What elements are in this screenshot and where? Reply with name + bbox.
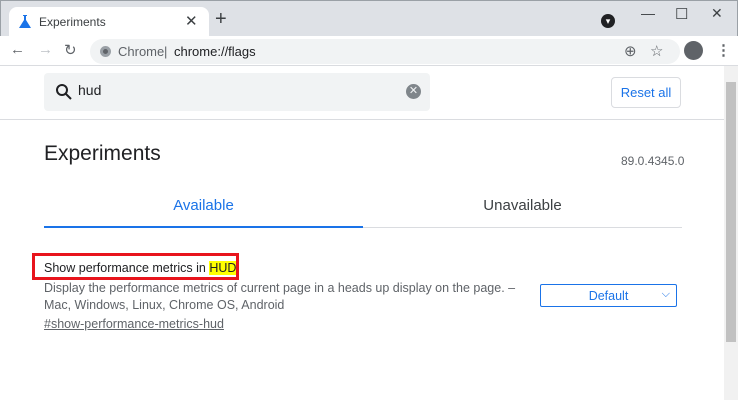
flag-state-select[interactable]: Default ⌵ bbox=[540, 284, 677, 307]
tab-strip: Experiments ✕ + ▾ — ☐ ✕ bbox=[0, 0, 738, 37]
flag-name: Show performance metrics in HUD bbox=[44, 261, 237, 275]
search-box[interactable]: ✕ bbox=[44, 73, 430, 111]
flask-icon bbox=[19, 15, 31, 28]
tab-experiments[interactable]: Experiments ✕ bbox=[9, 7, 209, 37]
address-bar[interactable]: Chrome | chrome://flags ⊕ ☆ bbox=[90, 39, 680, 64]
chevron-down-icon: ⌵ bbox=[661, 288, 670, 300]
reload-button[interactable]: ↻ bbox=[64, 41, 77, 59]
forward-button[interactable]: → bbox=[38, 41, 53, 58]
site-label: Chrome bbox=[118, 44, 165, 59]
version-label: 89.0.4345.0 bbox=[621, 154, 685, 168]
menu-icon[interactable]: ⋮ bbox=[716, 41, 731, 59]
separator: | bbox=[164, 44, 168, 59]
clear-search-icon[interactable]: ✕ bbox=[406, 84, 421, 99]
toolbar: ← → ↻ Chrome | chrome://flags ⊕ ☆ ⋮ bbox=[0, 36, 738, 66]
zoom-icon[interactable]: ⊕ bbox=[624, 42, 637, 60]
back-button[interactable]: ← bbox=[10, 41, 25, 58]
bookmark-star-icon[interactable]: ☆ bbox=[650, 42, 663, 60]
search-icon bbox=[56, 84, 72, 100]
flag-permalink[interactable]: #show-performance-metrics-hud bbox=[44, 317, 224, 331]
minimize-button[interactable]: — bbox=[641, 5, 655, 21]
chrome-icon bbox=[100, 46, 111, 57]
tab-available[interactable]: Available bbox=[44, 186, 363, 228]
window-close-button[interactable]: ✕ bbox=[711, 5, 723, 22]
scrollbar-thumb[interactable] bbox=[726, 82, 736, 342]
select-value: Default bbox=[588, 289, 629, 303]
tab-close-icon[interactable]: ✕ bbox=[185, 12, 198, 30]
search-match-highlight: HUD bbox=[209, 261, 237, 275]
search-input[interactable] bbox=[78, 82, 378, 98]
flags-header: ✕ Reset all bbox=[0, 66, 724, 120]
flag-name-text: Show performance metrics in bbox=[44, 261, 210, 275]
tab-unavailable[interactable]: Unavailable bbox=[363, 186, 682, 228]
reset-all-button[interactable]: Reset all bbox=[611, 77, 681, 108]
profile-avatar-icon[interactable] bbox=[684, 41, 703, 60]
flag-description: Display the performance metrics of curre… bbox=[44, 281, 516, 312]
page-title: Experiments bbox=[44, 142, 161, 165]
new-tab-button[interactable]: + bbox=[215, 8, 227, 31]
tab-title: Experiments bbox=[39, 15, 106, 29]
url-text[interactable]: chrome://flags bbox=[174, 44, 256, 59]
maximize-button[interactable]: ☐ bbox=[675, 5, 688, 23]
profile-dropdown-icon[interactable]: ▾ bbox=[601, 14, 615, 28]
